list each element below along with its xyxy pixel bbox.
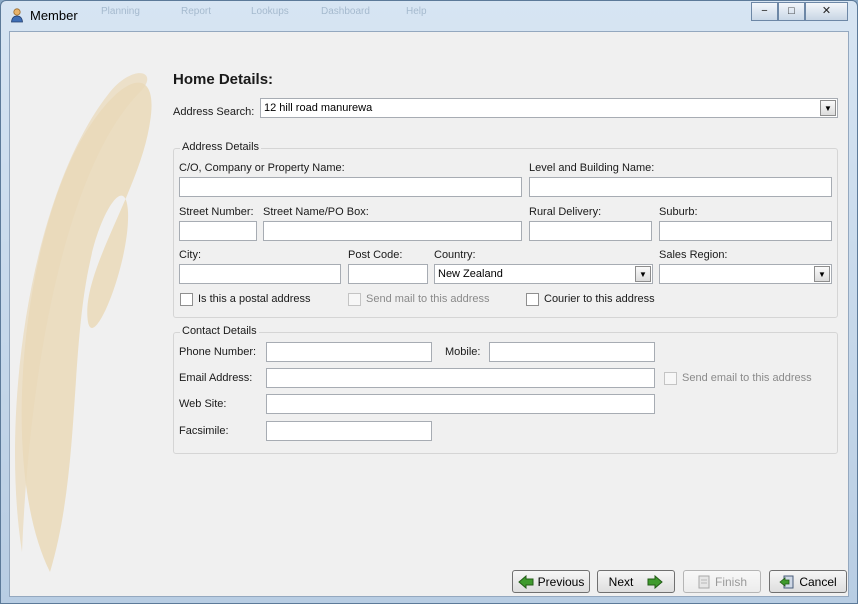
web-site-field[interactable] [266,394,655,414]
rural-delivery-label: Rural Delivery: [529,206,602,218]
street-name-label: Street Name/PO Box: [263,206,369,218]
send-mail-label[interactable]: Send mail to this address [366,293,490,305]
finish-button[interactable]: Finish [683,570,761,593]
arrow-right-icon [647,574,664,589]
sales-region-combo[interactable]: ▼ [659,264,832,284]
mobile-field[interactable] [489,342,655,362]
co-company-label: C/O, Company or Property Name: [179,162,345,174]
country-label: Country: [434,249,476,261]
post-code-label: Post Code: [348,249,403,261]
window-title: Member [30,8,78,23]
home-details-heading: Home Details: [173,71,274,88]
decorative-swirl-logo [15,73,152,572]
phone-number-label: Phone Number: [179,346,257,358]
cancel-icon [779,575,795,589]
minimize-button[interactable]: − [751,2,778,21]
courier-checkbox[interactable] [526,293,539,306]
background-menu-dashboard: Dashboard [321,6,370,17]
close-icon: ✕ [821,5,832,17]
city-label: City: [179,249,201,261]
level-building-field[interactable] [529,177,832,197]
chevron-down-icon[interactable]: ▼ [635,266,651,282]
city-field[interactable] [179,264,341,284]
web-site-label: Web Site: [179,398,227,410]
finish-icon [697,575,711,589]
phone-number-field[interactable] [266,342,432,362]
mobile-label: Mobile: [445,346,481,358]
member-window: Member Planning Report Lookups Dashboard… [0,0,858,604]
next-button[interactable]: Next [597,570,675,593]
finish-label: Finish [714,574,747,589]
send-mail-checkbox[interactable] [348,293,361,306]
email-address-label: Email Address: [179,372,253,384]
address-details-title: Address Details [180,141,262,153]
maximize-button[interactable]: □ [778,2,805,21]
chevron-down-icon[interactable]: ▼ [814,266,830,282]
next-label: Next [608,574,634,589]
country-value: New Zealand [438,268,503,280]
facsimile-field[interactable] [266,421,432,441]
level-building-label: Level and Building Name: [529,162,655,174]
title-bar[interactable]: Member Planning Report Lookups Dashboard… [1,1,857,31]
street-number-field[interactable] [179,221,257,241]
postal-address-label[interactable]: Is this a postal address [198,293,311,305]
background-menu-lookups: Lookups [251,6,289,17]
background-menu-help: Help [406,6,427,17]
sales-region-label: Sales Region: [659,249,728,261]
email-address-field[interactable] [266,368,655,388]
previous-button[interactable]: Previous [512,570,590,593]
maximize-icon: □ [788,5,795,17]
post-code-field[interactable] [348,264,428,284]
background-menu-planning: Planning [101,6,140,17]
address-search-combo[interactable]: 12 hill road manurewa ▼ [260,98,838,118]
address-search-value: 12 hill road manurewa [264,102,373,114]
street-name-field[interactable] [263,221,522,241]
send-email-checkbox[interactable] [664,372,677,385]
facsimile-label: Facsimile: [179,425,229,437]
cancel-button[interactable]: Cancel [769,570,847,593]
close-button[interactable]: ✕ [805,2,848,21]
cancel-label: Cancel [799,574,837,589]
suburb-field[interactable] [659,221,832,241]
co-company-field[interactable] [179,177,522,197]
address-search-label: Address Search: [173,106,255,118]
postal-address-checkbox[interactable] [180,293,193,306]
courier-label[interactable]: Courier to this address [544,293,655,305]
contact-details-title: Contact Details [180,325,259,337]
rural-delivery-field[interactable] [529,221,652,241]
background-menu-report: Report [181,6,212,17]
wizard-page: Home Details: Address Search: 12 hill ro… [9,31,849,597]
country-combo[interactable]: New Zealand ▼ [434,264,653,284]
street-number-label: Street Number: [179,206,254,218]
member-person-icon [9,7,25,23]
arrow-left-icon [517,574,534,589]
suburb-label: Suburb: [659,206,698,218]
minimize-icon: − [761,5,768,17]
chevron-down-icon[interactable]: ▼ [820,100,836,116]
send-email-label[interactable]: Send email to this address [682,372,812,384]
previous-label: Previous [537,574,585,589]
